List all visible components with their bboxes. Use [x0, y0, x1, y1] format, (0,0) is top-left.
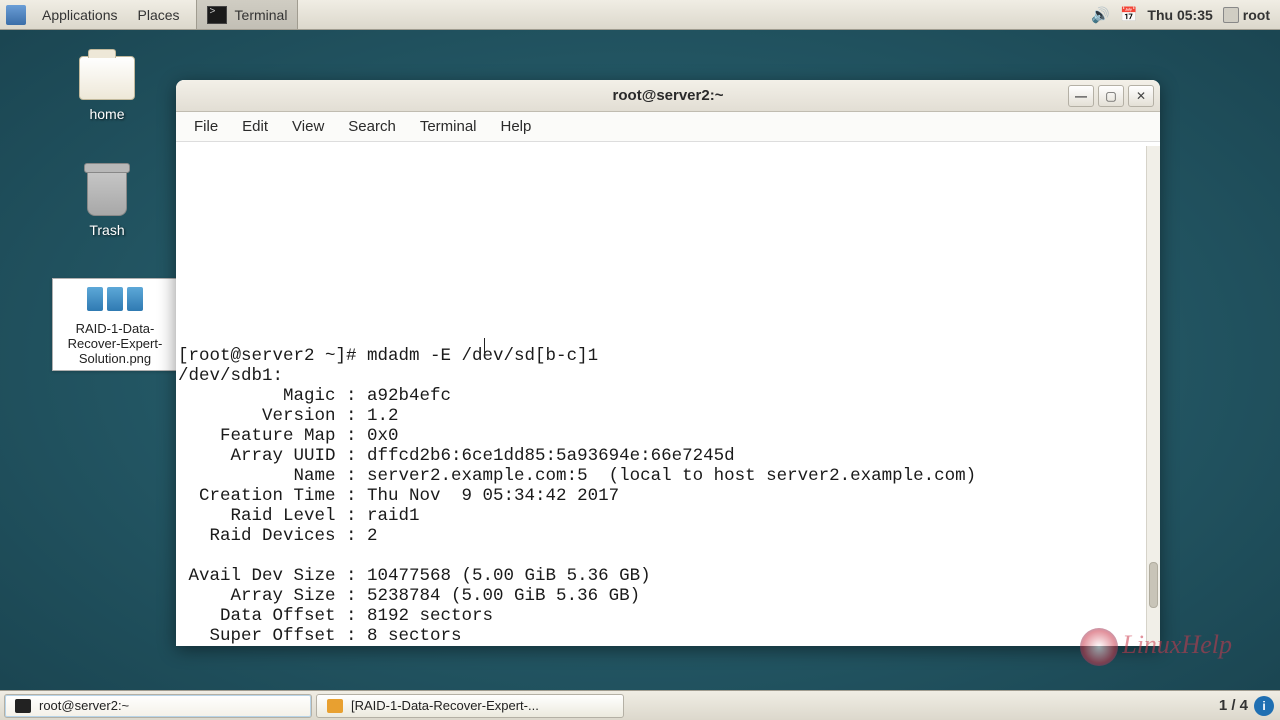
menu-terminal[interactable]: Terminal [408, 114, 489, 139]
panel-right: 🔊 📅 Thu 05:35 root [1091, 0, 1280, 29]
calendar-icon[interactable]: 📅 [1120, 6, 1137, 23]
desktop-home[interactable]: home [52, 56, 162, 122]
top-panel: Applications Places Terminal 🔊 📅 Thu 05:… [0, 0, 1280, 30]
desktop-raid-file[interactable]: RAID-1-Data-Recover-Expert-Solution.png [52, 278, 178, 371]
titlebar[interactable]: root@server2:~ — ▢ ✕ [176, 80, 1160, 112]
terminal-launcher[interactable]: Terminal [196, 0, 299, 29]
menu-file[interactable]: File [182, 114, 230, 139]
desktop-raid-file-label: RAID-1-Data-Recover-Expert-Solution.png [55, 321, 175, 366]
text-cursor [484, 338, 485, 356]
watermark: LinuxHelp [1080, 628, 1232, 666]
panel-left: Applications Places Terminal [0, 0, 298, 29]
workspace-pager[interactable]: 1 / 4 i [1219, 696, 1274, 716]
desktop-trash[interactable]: Trash [52, 168, 162, 238]
watermark-text: LinuxHelp [1122, 630, 1232, 659]
maximize-button[interactable]: ▢ [1098, 85, 1124, 107]
terminal-launcher-label: Terminal [235, 7, 288, 23]
pager-label: 1 / 4 [1219, 697, 1248, 714]
task-terminal[interactable]: root@server2:~ [4, 694, 312, 718]
menu-search[interactable]: Search [336, 114, 408, 139]
clock[interactable]: Thu 05:35 [1147, 7, 1212, 23]
image-icon [327, 699, 343, 713]
scrollbar-thumb[interactable] [1149, 562, 1158, 608]
minimize-button[interactable]: — [1068, 85, 1094, 107]
window-controls: — ▢ ✕ [1068, 85, 1154, 107]
menu-view[interactable]: View [280, 114, 336, 139]
image-thumb [55, 281, 175, 317]
terminal-window: root@server2:~ — ▢ ✕ File Edit View Sear… [176, 80, 1160, 646]
user-label: root [1243, 7, 1270, 23]
task-image-label: [RAID-1-Data-Recover-Expert-... [351, 698, 539, 713]
scrollbar[interactable] [1146, 146, 1160, 646]
bottom-panel: root@server2:~ [RAID-1-Data-Recover-Expe… [0, 690, 1280, 720]
watermark-icon [1080, 628, 1118, 666]
user-menu[interactable]: root [1223, 7, 1270, 23]
menubar: File Edit View Search Terminal Help [176, 112, 1160, 142]
folder-icon [79, 56, 135, 100]
desktop-trash-label: Trash [52, 222, 162, 238]
distro-icon[interactable] [6, 5, 26, 25]
show-desktop-button[interactable]: i [1254, 696, 1274, 716]
terminal-content[interactable]: [root@server2 ~]# mdadm -E /dev/sd[b-c]1… [176, 142, 1160, 646]
desktop-home-label: home [52, 106, 162, 122]
terminal-icon [15, 699, 31, 713]
places-menu[interactable]: Places [128, 0, 190, 29]
volume-icon[interactable]: 🔊 [1091, 6, 1110, 24]
trash-icon [87, 168, 127, 216]
terminal-icon [207, 6, 227, 24]
menu-edit[interactable]: Edit [230, 114, 280, 139]
close-button[interactable]: ✕ [1128, 85, 1154, 107]
task-image-viewer[interactable]: [RAID-1-Data-Recover-Expert-... [316, 694, 624, 718]
window-title: root@server2:~ [613, 87, 724, 104]
applications-menu[interactable]: Applications [32, 0, 128, 29]
user-icon [1223, 7, 1239, 23]
menu-help[interactable]: Help [489, 114, 544, 139]
task-terminal-label: root@server2:~ [39, 698, 129, 713]
